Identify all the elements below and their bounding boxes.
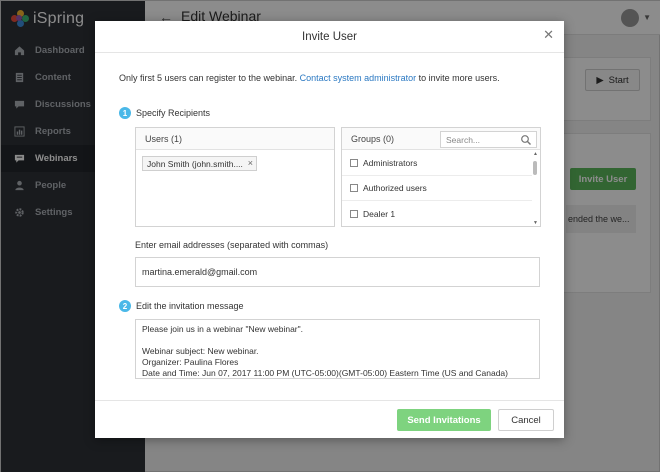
step-number-badge: 1 bbox=[119, 107, 131, 119]
step-label: Edit the invitation message bbox=[136, 301, 244, 311]
group-option-authorized-users[interactable]: Authorized users bbox=[342, 176, 532, 201]
message-line: Please join us in a webinar "New webinar… bbox=[142, 324, 304, 334]
group-label: Dealer 1 bbox=[363, 208, 396, 219]
dialog-title: Invite User bbox=[302, 30, 357, 43]
user-chip[interactable]: John Smith (john.smith.... × bbox=[142, 156, 257, 171]
step-specify-recipients: 1 Specify Recipients bbox=[119, 107, 210, 119]
user-chip-label: John Smith (john.smith.... bbox=[147, 158, 243, 169]
email-field-label: Enter email addresses (separated with co… bbox=[135, 240, 329, 250]
message-line: Organizer: Paulina Flores bbox=[142, 357, 239, 367]
step-label: Specify Recipients bbox=[136, 108, 211, 118]
scroll-up-icon[interactable]: ▲ bbox=[532, 151, 539, 157]
checkbox[interactable] bbox=[350, 184, 358, 192]
user-limit-notice: Only first 5 users can register to the w… bbox=[119, 73, 500, 83]
scroll-thumb[interactable] bbox=[533, 161, 537, 175]
group-search-input[interactable] bbox=[441, 132, 517, 147]
checkbox[interactable] bbox=[350, 209, 358, 218]
groups-scrollbar[interactable]: ▲ ▼ bbox=[532, 151, 539, 226]
search-icon[interactable] bbox=[520, 134, 532, 146]
message-line: Date and Time: Jun 07, 2017 11:00 PM (UT… bbox=[142, 368, 508, 378]
send-invitations-button[interactable]: Send Invitations bbox=[397, 409, 491, 431]
invitation-message-textarea[interactable]: Please join us in a webinar "New webinar… bbox=[135, 319, 540, 379]
groups-box: Groups (0) Administrators Authorized use… bbox=[341, 127, 541, 227]
users-header: Users (1) bbox=[136, 128, 334, 150]
notice-text-end: to invite more users. bbox=[416, 73, 500, 83]
group-option-administrators[interactable]: Administrators bbox=[342, 151, 532, 176]
close-icon[interactable]: ✕ bbox=[543, 28, 554, 41]
checkbox[interactable] bbox=[350, 159, 358, 167]
group-label: Authorized users bbox=[363, 183, 427, 193]
group-label: Administrators bbox=[363, 158, 418, 168]
contact-admin-link[interactable]: Contact system administrator bbox=[300, 73, 417, 83]
remove-user-icon[interactable]: × bbox=[248, 158, 253, 168]
message-line: Webinar subject: New webinar. bbox=[142, 346, 259, 356]
selected-users-box[interactable]: Users (1) John Smith (john.smith.... × bbox=[135, 127, 335, 227]
cancel-button[interactable]: Cancel bbox=[498, 409, 554, 431]
dialog-footer: Send Invitations Cancel bbox=[95, 400, 564, 438]
message-line bbox=[142, 335, 533, 346]
group-option-dealer-1[interactable]: Dealer 1 bbox=[342, 201, 532, 226]
invite-user-dialog: Invite User ✕ Only first 5 users can reg… bbox=[95, 21, 564, 438]
group-search[interactable] bbox=[440, 131, 537, 148]
step-edit-message: 2 Edit the invitation message bbox=[119, 300, 244, 312]
dialog-header: Invite User ✕ bbox=[95, 21, 564, 53]
notice-text: Only first 5 users can register to the w… bbox=[119, 73, 300, 83]
scroll-down-icon[interactable]: ▼ bbox=[532, 220, 539, 226]
email-field[interactable] bbox=[135, 257, 540, 287]
step-number-badge: 2 bbox=[119, 300, 131, 312]
